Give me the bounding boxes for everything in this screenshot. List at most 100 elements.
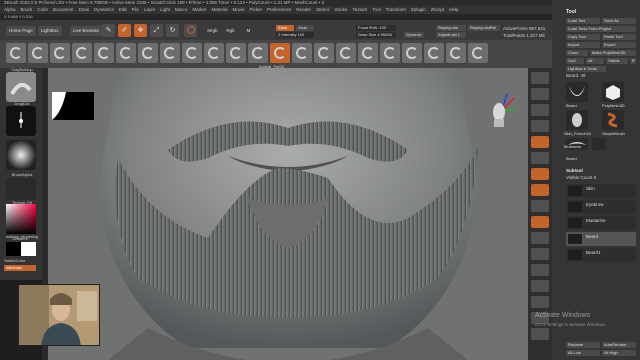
home-page-button[interactable]: Home Page (6, 26, 36, 36)
tool-thumb-skin[interactable] (566, 110, 588, 130)
shelf-brush-thumb[interactable] (226, 43, 246, 63)
subtool-header[interactable]: Subtool (566, 168, 583, 173)
lightbox-button[interactable]: LightBox (38, 26, 62, 36)
viewport-control-button[interactable] (531, 72, 549, 84)
export-button[interactable]: Export (602, 42, 636, 48)
load-tool-button[interactable]: Load Tool (566, 18, 600, 24)
replay-last-button[interactable]: ReplayLast (436, 25, 466, 31)
shelf-brush-thumb[interactable] (380, 43, 400, 63)
alpha-thumb[interactable] (6, 140, 36, 170)
menu-item-stencil[interactable]: Stencil (316, 7, 330, 12)
menu-item-material[interactable]: Material (211, 7, 227, 12)
subtool-row[interactable]: Mustache (566, 216, 636, 230)
load-tools-from-project-button[interactable]: Load Tools From Project (566, 26, 636, 32)
r-button[interactable]: R (630, 58, 636, 64)
viewport-control-button[interactable] (531, 248, 549, 260)
tool-thumb-beard-2[interactable] (592, 138, 606, 150)
adjust-last-slider[interactable]: AdjustLast 1 (436, 32, 466, 38)
edit-tool-button[interactable]: ✎ (102, 24, 115, 37)
move-tool-button[interactable]: ✥ (134, 24, 147, 37)
menu-item-stroke[interactable]: Stroke (335, 7, 348, 12)
menu-item-light[interactable]: Light (160, 7, 170, 12)
navigation-head-icon[interactable] (487, 90, 517, 130)
shelf-brush-thumb[interactable] (72, 43, 92, 63)
shelf-brush-thumb[interactable] (270, 43, 290, 63)
shelf-brush-thumb[interactable] (336, 43, 356, 63)
tool-thumb-beard[interactable] (566, 82, 588, 102)
shelf-brush-thumb[interactable] (424, 43, 444, 63)
menu-item-layer[interactable]: Layer (144, 7, 155, 12)
shelf-brush-thumb[interactable] (314, 43, 334, 63)
viewport-control-button[interactable] (531, 264, 549, 276)
all-high-button[interactable]: All High (602, 350, 636, 356)
color-picker[interactable] (6, 204, 36, 234)
menu-item-marker[interactable]: Marker (192, 7, 206, 12)
save-as-button[interactable]: Save As (602, 18, 636, 24)
viewport-control-button[interactable] (531, 328, 549, 340)
menu-item-movie[interactable]: Movie (232, 7, 244, 12)
menu-item-color[interactable]: Color (37, 7, 48, 12)
paste-tool-button[interactable]: Paste Tool (602, 34, 636, 40)
make-polymesh-button[interactable]: Make PolyMesh3D (590, 50, 636, 56)
stroke-thumb[interactable] (6, 106, 36, 136)
color-swatches[interactable] (6, 242, 36, 256)
mrgb-button[interactable]: Mrgb (206, 24, 219, 37)
shelf-brush-thumb[interactable] (116, 43, 136, 63)
focal-shift-slider[interactable]: Focal Shift -100 (356, 25, 396, 31)
3d-viewport[interactable] (48, 68, 528, 360)
viewport-control-button[interactable] (531, 136, 549, 148)
menu-item-zscript[interactable]: Zscript (431, 7, 445, 12)
viewport-control-button[interactable] (531, 184, 549, 196)
menu-item-tool[interactable]: Tool (372, 7, 380, 12)
viewport-control-button[interactable] (531, 200, 549, 212)
all-low-button[interactable]: All Low (566, 350, 600, 356)
viewport-control-button[interactable] (531, 88, 549, 100)
tool-thumb-simplebrush[interactable] (602, 110, 624, 130)
viewport-control-button[interactable] (531, 296, 549, 308)
shelf-brush-thumb[interactable] (182, 43, 202, 63)
menu-item-brush[interactable]: Brush (21, 7, 33, 12)
shelf-brush-thumb[interactable] (138, 43, 158, 63)
subtool-row[interactable]: Skin (566, 184, 636, 198)
menu-item-zplugin[interactable]: Zplugin (411, 7, 426, 12)
rename-button[interactable]: Rename (566, 342, 600, 348)
subtool-row[interactable]: Beard1 (566, 248, 636, 262)
current-brush-thumb[interactable] (6, 72, 36, 102)
tool-thumb-polymesh3d[interactable] (602, 82, 624, 102)
menu-item-help[interactable]: Help (449, 7, 458, 12)
viewport-control-button[interactable] (531, 120, 549, 132)
menu-item-texture[interactable]: Texture (353, 7, 368, 12)
shelf-brush-thumb[interactable] (468, 43, 488, 63)
copy-tool-button[interactable]: Copy Tool (566, 34, 600, 40)
alternate-button[interactable]: Alternate (4, 265, 36, 271)
menu-item-dynamics[interactable]: Dynamics (94, 7, 114, 12)
auto-reorder-button[interactable]: AutoReorder (602, 342, 636, 348)
live-boolean-button[interactable]: Live Boolean (70, 26, 103, 36)
menu-item-draw[interactable]: Draw (79, 7, 90, 12)
goz-button[interactable]: GoZ (566, 58, 584, 64)
texture-thumb[interactable] (6, 178, 36, 200)
viewport-control-button[interactable] (531, 216, 549, 228)
shelf-brush-thumb[interactable] (248, 43, 268, 63)
switch-color-button[interactable]: SwitchColor (4, 258, 25, 263)
subtool-row[interactable]: Eyebrow (566, 200, 636, 214)
menu-item-edit[interactable]: Edit (119, 7, 127, 12)
shelf-brush-thumb[interactable] (50, 43, 70, 63)
replay-last-rel-button[interactable]: ReplayLastRel (468, 25, 500, 31)
viewport-control-button[interactable] (531, 104, 549, 116)
rotate-tool-button[interactable]: ↻ (166, 24, 179, 37)
all-button[interactable]: All (586, 58, 604, 64)
shelf-brush-thumb[interactable] (402, 43, 422, 63)
menu-item-transform[interactable]: Transform (386, 7, 406, 12)
viewport-control-button[interactable] (531, 232, 549, 244)
z-intensity-slider[interactable]: Z Intensity 100 (276, 32, 314, 38)
shelf-brush-thumb[interactable] (28, 43, 48, 63)
menu-item-render[interactable]: Render (296, 7, 311, 12)
shelf-brush-thumb[interactable] (204, 43, 224, 63)
zsub-button[interactable]: Zsub (296, 25, 314, 31)
shelf-brush-thumb[interactable] (160, 43, 180, 63)
visible-button[interactable]: Visible (606, 58, 628, 64)
shelf-brush-thumb[interactable] (358, 43, 378, 63)
shelf-brush-thumb[interactable] (446, 43, 466, 63)
lightbox-tools-button[interactable]: Lightbox ▸ Tools (566, 66, 606, 72)
